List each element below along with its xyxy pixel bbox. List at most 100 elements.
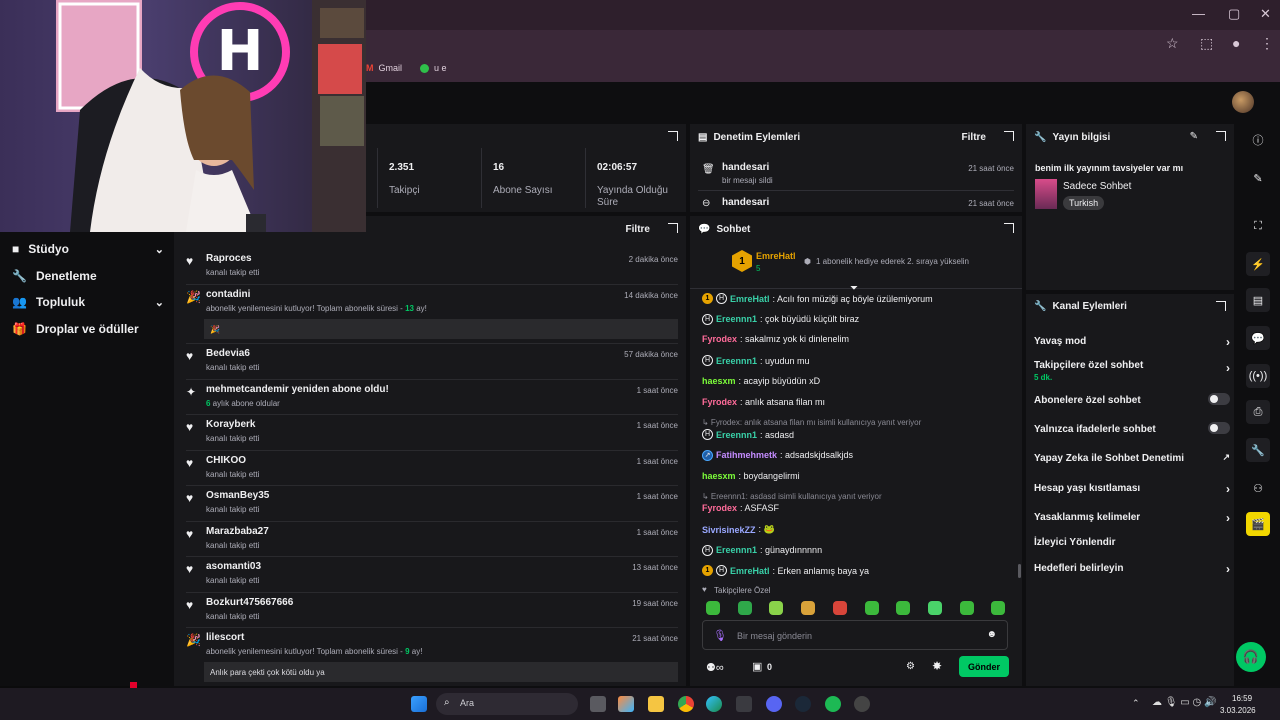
maximize-icon[interactable]: ▢ (1228, 6, 1240, 22)
channel-action-item[interactable]: Yapay Zeka ile Sohbet Denetimi ↗ (1034, 452, 1230, 464)
activity-item[interactable]: ♥ OsmanBey35 kanalı takip etti 1 saat önce (174, 490, 690, 520)
tag-pill[interactable]: Turkish (1063, 196, 1105, 210)
chat-username[interactable]: Fyrodex (702, 334, 737, 344)
channel-action-item[interactable]: Abonelere özel sohbet (1034, 393, 1230, 406)
chat-username[interactable]: EmreHatl (730, 294, 770, 304)
tray-icons[interactable]: ☁ 🎙 ▭ ◷ 🔊 (1152, 697, 1216, 708)
toggle-switch[interactable] (1208, 393, 1230, 405)
emote-icon[interactable] (991, 601, 1006, 615)
channel-action-item[interactable]: Yalnızca ifadelerle sohbet (1034, 422, 1230, 435)
channel-action-item[interactable]: Yavaş mod › (1034, 335, 1230, 349)
bookmark-ue[interactable]: u e (420, 63, 447, 73)
sidebar-item-community[interactable]: 👥 Topluluk ⌄ (12, 295, 164, 309)
chat-message[interactable]: 1 H EmreHatl: Acılı fon müziği aç böyle üz… (702, 293, 933, 304)
channel-action-item[interactable]: Hesap yaşı kısıtlaması › (1034, 482, 1230, 496)
activity-item[interactable]: ✦ mehmetcandemir yeniden abone oldu! 6 ayl… (174, 384, 690, 414)
bolt-icon[interactable]: ⚡ (1246, 252, 1270, 276)
quick-actions-icon[interactable]: ✸ (932, 659, 942, 673)
expand-icon[interactable] (668, 223, 678, 233)
clapper-icon[interactable]: 🎬 (1246, 512, 1270, 536)
pencil-icon[interactable]: ✎ (1246, 166, 1270, 190)
emote-icon[interactable] (959, 601, 974, 615)
emote-icon[interactable] (927, 601, 942, 615)
activity-item[interactable]: ♥ Bedevia6 kanalı takip etti 57 dakika önce (174, 348, 690, 378)
chat-icon[interactable]: 💬 (1246, 326, 1270, 350)
activity-item[interactable]: ♥ Korayberk kanalı takip etti 1 saat önce (174, 419, 690, 449)
edge-icon[interactable] (706, 696, 722, 712)
chat-username[interactable]: Fatihmehmetk (716, 450, 777, 460)
spotify-icon[interactable] (825, 696, 841, 712)
tool-icon[interactable]: ⎙ (1246, 400, 1270, 424)
expand-icon[interactable] (1216, 301, 1226, 311)
notes-icon[interactable]: ▤ (1246, 288, 1270, 312)
expand-icon[interactable] (1216, 131, 1226, 141)
chat-message[interactable]: SivrisinekZZ: 🐸 (702, 524, 775, 535)
emote-icon[interactable] (801, 601, 816, 615)
community-icon[interactable]: ⚉∞ (706, 661, 724, 674)
chat-username[interactable]: SivrisinekZZ (702, 525, 756, 535)
chat-message[interactable]: ↗ Fatihmehmetk: adsadskjdsalkjds (702, 449, 853, 461)
chat-username[interactable]: haesxm (702, 376, 736, 386)
activity-item[interactable]: 🎉 lilescort abonelik yenilemesini kutluyor… (174, 632, 690, 682)
windows-start-icon[interactable] (411, 696, 427, 712)
task-view-icon[interactable] (590, 696, 606, 712)
app-icon[interactable] (736, 696, 752, 712)
taskbar-search[interactable]: ⌕ Ara (436, 693, 578, 715)
chrome-icon[interactable] (678, 696, 694, 712)
activity-item[interactable]: ♥ Bozkurt475667666 kanalı takip etti 19 saa… (174, 597, 690, 627)
filter-button[interactable]: Filtre (962, 132, 986, 143)
close-icon[interactable]: ✕ (1260, 6, 1271, 22)
chat-message[interactable]: Fyrodex: anlık atsana filan mı (702, 397, 825, 407)
address-bar[interactable]: ☆ ⬚ ● ⋮ (366, 30, 1280, 55)
category-box-art[interactable] (1035, 179, 1057, 209)
bookmark-gmail[interactable]: M Gmail (366, 63, 402, 73)
broadcast-icon[interactable]: ((•)) (1246, 364, 1270, 388)
activity-item[interactable]: 🎉 contadini abonelik yenilemesini kutluyor… (174, 289, 690, 339)
obs-icon[interactable] (854, 696, 870, 712)
filter-button[interactable]: Filtre (626, 224, 650, 235)
scrollbar[interactable] (1018, 564, 1021, 578)
chevron-up-icon[interactable]: ⌃ (1132, 698, 1140, 709)
emote-icon[interactable] (864, 601, 879, 615)
profile-icon[interactable]: ● (1232, 35, 1240, 51)
expand-icon[interactable] (1004, 223, 1014, 233)
emote-icon[interactable] (769, 601, 784, 615)
minimize-icon[interactable]: — (1192, 6, 1205, 21)
chat-username[interactable]: Fyrodex (702, 503, 737, 513)
clock-time[interactable]: 16:59 (1232, 694, 1252, 703)
edit-icon[interactable]: ✎ (1190, 131, 1198, 142)
expand-icon[interactable] (1004, 131, 1014, 141)
chat-username[interactable]: Ereennn1 (716, 430, 757, 440)
chat-input[interactable]: 🎙 Bir mesaj gönderin ☻ (702, 620, 1008, 650)
clip-icon[interactable]: ⛶ (1246, 214, 1270, 238)
community-icon[interactable]: ⚇ (1246, 476, 1270, 500)
activity-item[interactable]: ♥ asomanti03 kanalı takip etti 13 saat önce (174, 561, 690, 591)
chat-username[interactable]: Fyrodex (702, 397, 737, 407)
channel-action-item[interactable]: Hedefleri belirleyin › (1034, 562, 1230, 576)
chat-username[interactable]: haesxm (702, 471, 736, 481)
chat-username[interactable]: Ereennn1 (716, 314, 757, 324)
help-headset-icon[interactable]: 🎧 (1236, 642, 1266, 672)
discord-icon[interactable] (766, 696, 782, 712)
chat-message[interactable]: Fyrodex: sakalmız yok ki dinlenelim (702, 334, 849, 344)
gear-icon[interactable]: ⚙ (906, 661, 915, 672)
chat-message[interactable]: Fyrodex: ASFASF (702, 503, 779, 513)
folder-icon[interactable] (648, 696, 664, 712)
clock-date[interactable]: 3.03.2026 (1220, 706, 1256, 715)
sidebar-item-drops[interactable]: 🎁 Droplar ve ödüller (12, 322, 162, 336)
channel-action-item[interactable]: İzleyici Yönlendir (1034, 537, 1230, 548)
chat-username[interactable]: Ereennn1 (716, 545, 757, 555)
wrench-icon[interactable]: 🔧 (1246, 438, 1270, 462)
send-button[interactable]: Gönder (959, 656, 1009, 677)
chat-message[interactable]: H Ereennn1: günaydınnnnn (702, 544, 822, 556)
info-icon[interactable]: ⓘ (1246, 128, 1270, 152)
channel-action-item[interactable]: Yasaklanmış kelimeler › (1034, 511, 1230, 525)
steam-icon[interactable] (795, 696, 811, 712)
activity-item[interactable]: ♥ Marazbaba27 kanalı takip etti 1 saat önce (174, 526, 690, 556)
chat-message[interactable]: H Ereennn1: asdasd (702, 429, 794, 441)
activity-item[interactable]: ♥ Raproces kanalı takip etti 2 dakika önce (174, 253, 690, 283)
chat-message[interactable]: haesxm: acayip büyüdün xD (702, 376, 820, 386)
chat-message[interactable]: haesxm: boydangelirmi (702, 471, 800, 481)
copilot-icon[interactable] (618, 696, 634, 712)
chat-message[interactable]: H Ereennn1: uyudun mu (702, 355, 810, 367)
